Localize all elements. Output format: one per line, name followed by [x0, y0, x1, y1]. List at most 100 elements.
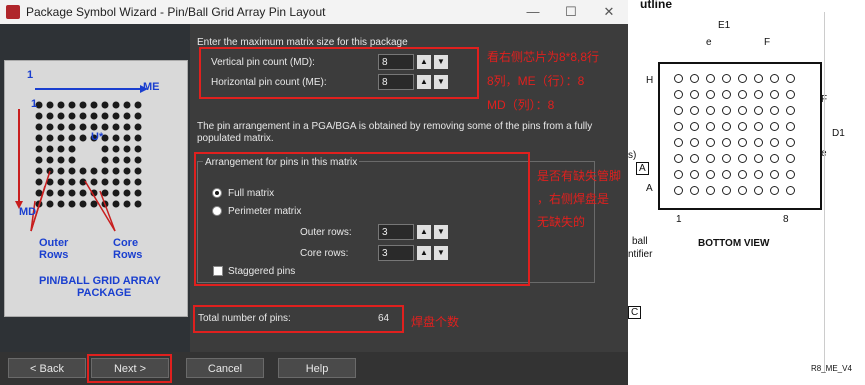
package-ball [786, 186, 795, 195]
help-button[interactable]: Help [278, 358, 356, 378]
package-ball [722, 138, 731, 147]
outer-rows-down-icon[interactable]: ▼ [434, 225, 448, 239]
next-button[interactable]: Next > [91, 358, 169, 378]
package-ball [770, 138, 779, 147]
dim-f: F [764, 37, 771, 48]
package-ball [754, 170, 763, 179]
package-ball [754, 90, 763, 99]
ref-a-box: A [636, 162, 649, 175]
package-ball [690, 122, 699, 131]
diagram-pin [123, 167, 131, 175]
full-matrix-radio[interactable] [212, 188, 222, 198]
annotation-arrangement-1: 是否有缺失管脚 [537, 169, 622, 183]
core-rows-up-icon[interactable]: ▲ [417, 246, 431, 260]
minimize-icon[interactable]: — [520, 3, 546, 21]
annotation-matrix-1: 看右侧芯片为8*8,8行 [487, 50, 600, 64]
dim-e1: E1 [718, 20, 731, 31]
perimeter-matrix-label[interactable]: Perimeter matrix [228, 206, 301, 217]
staggered-pins-label[interactable]: Staggered pins [228, 266, 295, 277]
diagram-pin [101, 123, 109, 131]
diagram-pin [123, 178, 131, 186]
diagram-pin [101, 101, 109, 109]
diagram-pin [101, 167, 109, 175]
diagram-pin [112, 156, 120, 164]
diagram-pin [46, 112, 54, 120]
back-button[interactable]: < Back [8, 358, 86, 378]
package-ball [674, 138, 683, 147]
diagram-pin [57, 167, 65, 175]
diagram-pin [57, 178, 65, 186]
window-title: Package Symbol Wizard - Pin/Ball Grid Ar… [26, 5, 326, 19]
staggered-pins-checkbox[interactable] [213, 266, 223, 276]
diagram-pin [35, 123, 43, 131]
diagram-pin [112, 167, 120, 175]
vertical-pin-input[interactable]: 8 [378, 54, 414, 70]
diagram-label-outer: Outer [39, 237, 69, 249]
annotation-arrangement-2: ，右侧焊盘是 [537, 192, 610, 206]
col-8: 8 [783, 214, 789, 225]
package-ball [706, 138, 715, 147]
identifier-text: ntifier [628, 249, 653, 260]
outer-rows-input[interactable]: 3 [378, 224, 414, 240]
diagram-pin [79, 167, 87, 175]
diagram-pin [35, 156, 43, 164]
diagram-pin [101, 156, 109, 164]
horizontal-up-icon[interactable]: ▲ [417, 75, 431, 89]
diagram-pin [35, 134, 43, 142]
cancel-button[interactable]: Cancel [186, 358, 264, 378]
diagram-pin [90, 112, 98, 120]
diagram-pin [123, 123, 131, 131]
package-ball [738, 106, 747, 115]
diagram-pin [57, 189, 65, 197]
dim-d1: D1 [832, 128, 845, 139]
annotation-matrix-3: MD（列）：8 [487, 98, 555, 112]
row-a: A [646, 183, 653, 194]
annotation-arrangement-3: 无缺失的 [537, 215, 586, 229]
diagram-pin [123, 134, 131, 142]
horizontal-down-icon[interactable]: ▼ [434, 75, 448, 89]
package-ball [786, 90, 795, 99]
title-bar: Package Symbol Wizard - Pin/Ball Grid Ar… [0, 0, 628, 24]
diagram-pin [134, 167, 142, 175]
horizontal-pin-input[interactable]: 8 [378, 74, 414, 90]
package-ball [770, 74, 779, 83]
diagram-pin [79, 101, 87, 109]
package-ball [706, 122, 715, 131]
maximize-icon[interactable]: ☐ [558, 3, 584, 21]
diagram-pin [57, 101, 65, 109]
info-text-2: populated matrix. [197, 133, 274, 144]
vertical-down-icon[interactable]: ▼ [434, 55, 448, 69]
diagram-label-core-rows: Rows [113, 249, 143, 261]
diagram-pin [134, 200, 142, 208]
package-ball [706, 186, 715, 195]
outer-rows-up-icon[interactable]: ▲ [417, 225, 431, 239]
diagram-label-u: U* [91, 131, 104, 143]
diagram-pin [57, 123, 65, 131]
core-rows-down-icon[interactable]: ▼ [434, 246, 448, 260]
close-icon[interactable]: ✕ [596, 3, 622, 21]
package-ball [674, 74, 683, 83]
full-matrix-label[interactable]: Full matrix [228, 188, 274, 199]
diagram-pin [35, 145, 43, 153]
vertical-up-icon[interactable]: ▲ [417, 55, 431, 69]
diagram-title-1: PIN/BALL GRID ARRAY [39, 275, 161, 287]
core-rows-label: Core rows: [300, 248, 349, 259]
diagram-pin [134, 145, 142, 153]
package-ball [690, 106, 699, 115]
diagram-pin [46, 145, 54, 153]
package-ball [722, 154, 731, 163]
package-ball [754, 154, 763, 163]
package-ball [770, 186, 779, 195]
ball-text: ball [632, 236, 648, 247]
perimeter-matrix-radio[interactable] [212, 206, 222, 216]
diagram-pin [35, 178, 43, 186]
package-ball [674, 186, 683, 195]
outer-rows-label: Outer rows: [300, 227, 352, 238]
diagram-pin [112, 178, 120, 186]
package-ball [754, 186, 763, 195]
diagram-pin [68, 145, 76, 153]
diagram-pin [112, 123, 120, 131]
core-rows-input[interactable]: 3 [378, 245, 414, 261]
package-ball [770, 90, 779, 99]
diagram-pin [90, 123, 98, 131]
